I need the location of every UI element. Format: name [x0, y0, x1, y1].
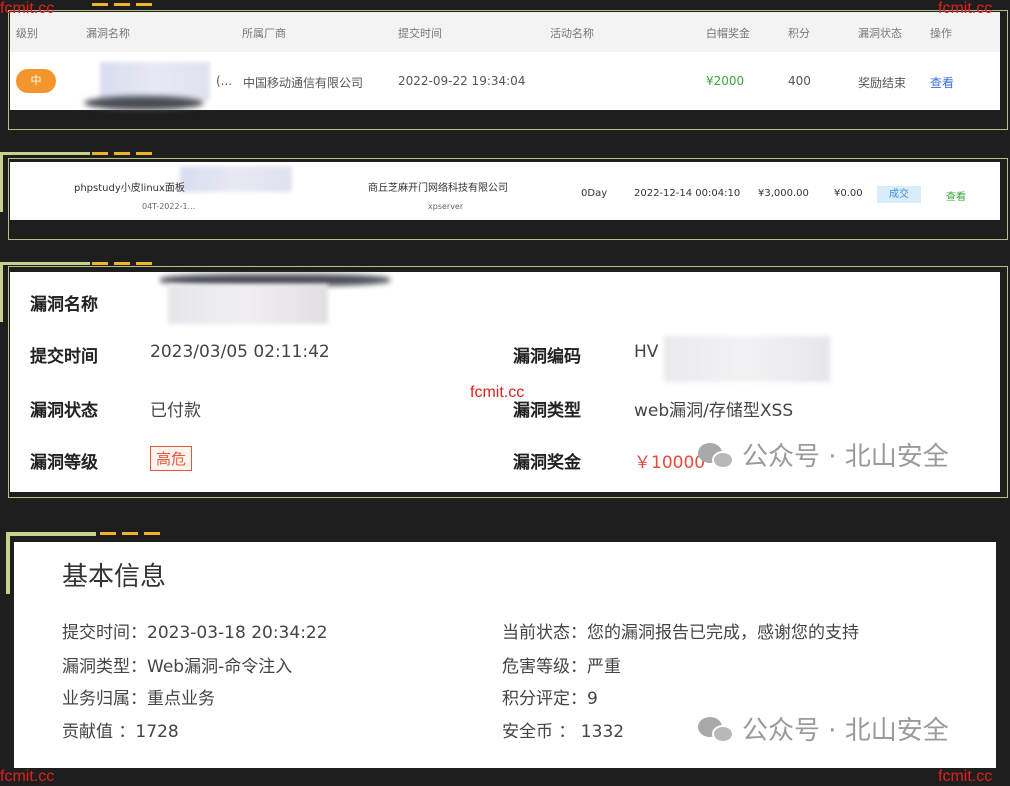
wechat-text: 公众号 · 北山安全: [742, 442, 949, 472]
score: 积分评定：9: [502, 689, 598, 709]
dash: [136, 262, 152, 265]
dash: [100, 532, 116, 535]
view-link[interactable]: 查看: [930, 74, 954, 91]
name-label: 漏洞名称: [30, 295, 98, 315]
col-vendor: 所属厂商: [242, 27, 286, 40]
severity-tag: 高危: [150, 446, 193, 471]
bracket: [0, 262, 3, 322]
watermark-top-left: fcmit.cc: [0, 0, 55, 17]
dash: [92, 262, 108, 265]
amount2-cell: ¥0.00: [834, 188, 863, 199]
points-cell: 400: [788, 74, 811, 88]
bracket: [0, 262, 90, 265]
severity: 危害等级：严重: [502, 657, 621, 677]
vendor-cell: 中国移动通信有限公司: [243, 76, 364, 90]
col-level: 级别: [16, 27, 38, 40]
vendor-cell: 商丘芝麻开门网络科技有限公司: [368, 183, 508, 194]
col-points: 积分: [788, 27, 810, 40]
current-status: 当前状态：您的漏洞报告已完成，感谢您的支持: [502, 623, 859, 643]
submit-value: 2023/03/05 02:11:42: [150, 342, 330, 362]
dash: [122, 532, 138, 535]
time-cell: 2022-12-14 00:04:10: [634, 188, 741, 199]
level-label: 漏洞等级: [30, 453, 98, 473]
wechat-watermark: 公众号 · 北山安全: [698, 436, 949, 473]
product-name: phpstudy小皮linux面板: [74, 183, 185, 194]
contribution: 贡献值 ：1728: [62, 722, 179, 742]
wechat-icon: [698, 441, 734, 469]
vuln-name-suffix: (...: [216, 74, 233, 88]
deal-status-badge: 成交: [877, 186, 921, 203]
col-activity: 活动名称: [550, 27, 594, 40]
col-status: 漏洞状态: [858, 27, 902, 40]
submit-label: 提交时间: [30, 347, 98, 367]
vuln-table-panel: 级别 漏洞名称 所属厂商 提交时间 活动名称 白帽奖金 积分 漏洞状态 操作 中…: [10, 12, 1000, 110]
status-value: 已付款: [150, 401, 201, 421]
redacted-name: [168, 284, 328, 324]
dash: [144, 532, 160, 535]
section-title: 基本信息: [62, 562, 167, 592]
dash: [114, 262, 130, 265]
type-value: web漏洞/存储型XSS: [634, 401, 794, 421]
business-unit: 业务归属：重点业务: [62, 689, 215, 709]
wechat-text: 公众号 · 北山安全: [742, 716, 949, 746]
redacted-name: [100, 62, 210, 100]
wechat-icon: [698, 715, 734, 743]
watermark-bottom-right: fcmit.cc: [938, 768, 993, 785]
redaction-smudge: [84, 96, 204, 110]
watermark-center: fcmit.cc: [470, 384, 525, 401]
dash: [136, 3, 152, 6]
product-id: 04T-2022-1...: [142, 202, 196, 211]
code-label: 漏洞编码: [513, 347, 581, 367]
redacted-name: [180, 166, 292, 192]
wechat-watermark: 公众号 · 北山安全: [698, 710, 949, 747]
amount-cell: ¥3,000.00: [758, 188, 809, 199]
bracket: [0, 152, 90, 155]
view-link[interactable]: 查看: [946, 188, 966, 203]
reward-value: ￥10000: [634, 453, 706, 473]
bounty-cell: ¥2000: [706, 74, 745, 88]
submit-time-cell: 2022-09-22 19:34:04: [398, 74, 526, 88]
vuln-type: 漏洞类型：Web漏洞-命令注入: [62, 657, 293, 677]
submit-time: 提交时间：2023-03-18 20:34:22: [62, 623, 328, 643]
bracket: [6, 532, 10, 594]
dash: [136, 152, 152, 155]
dash: [114, 152, 130, 155]
type-cell: 0Day: [581, 188, 608, 199]
bracket: [0, 152, 3, 212]
dash: [92, 3, 108, 6]
col-bounty: 白帽奖金: [706, 27, 750, 40]
product-cell: xpserver: [428, 202, 464, 211]
code-value: HV: [634, 342, 659, 362]
dash: [92, 152, 108, 155]
level-badge: 中: [16, 69, 56, 93]
reward-label: 漏洞奖金: [513, 453, 581, 473]
col-action: 操作: [930, 27, 952, 40]
watermark-bottom-left: fcmit.cc: [0, 768, 55, 785]
redacted-code: [664, 336, 830, 382]
dash: [114, 3, 130, 6]
watermark-top-right: fcmit.cc: [938, 0, 993, 17]
bracket: [6, 532, 96, 536]
col-time: 提交时间: [398, 27, 442, 40]
col-name: 漏洞名称: [86, 27, 130, 40]
status-label: 漏洞状态: [30, 401, 98, 421]
status-cell: 奖励结束: [858, 76, 907, 90]
table-header: 级别 漏洞名称 所属厂商 提交时间 活动名称 白帽奖金 积分 漏洞状态 操作: [10, 12, 1000, 52]
coins: 安全币 ： 1332: [502, 722, 625, 742]
